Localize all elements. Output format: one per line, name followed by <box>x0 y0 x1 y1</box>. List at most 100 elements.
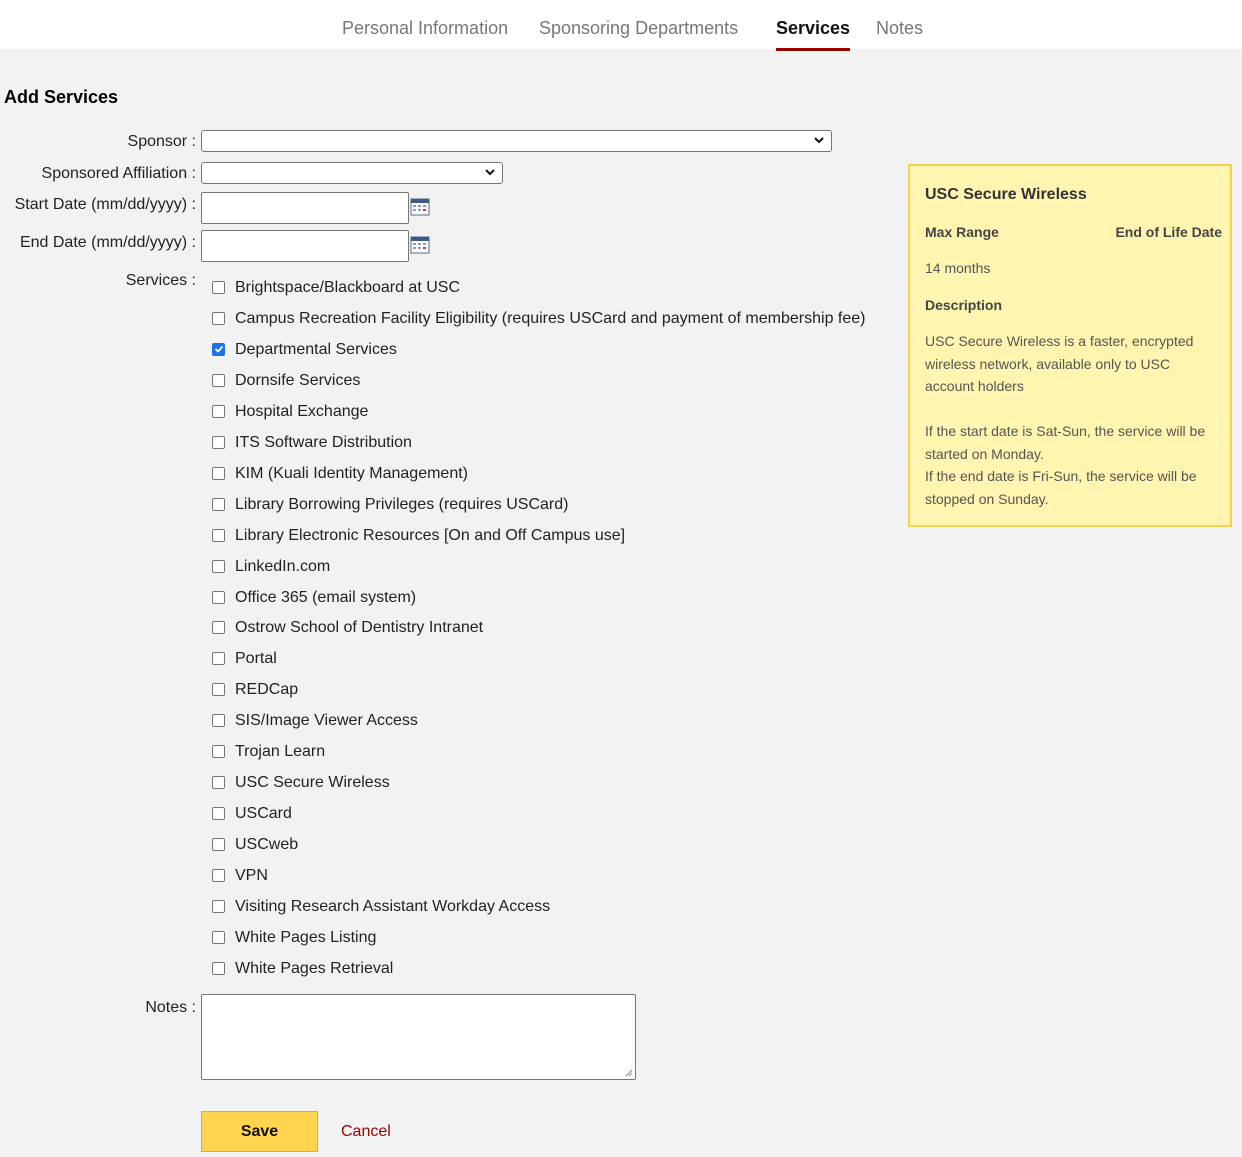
note-line: stopped on Sunday. <box>925 490 1049 507</box>
service-option-label: VPN <box>235 867 268 884</box>
service-checkbox[interactable] <box>212 651 225 665</box>
note-line: started on Monday. <box>925 445 1044 462</box>
service-checkbox[interactable] <box>212 311 225 325</box>
notes-label: Notes : <box>145 999 196 1016</box>
service-option[interactable]: Trojan Learn <box>212 741 325 763</box>
service-checkbox[interactable] <box>212 837 225 851</box>
service-checkbox[interactable] <box>212 559 225 573</box>
service-option[interactable]: Hospital Exchange <box>212 401 368 423</box>
service-option[interactable]: VPN <box>212 865 268 887</box>
service-option[interactable]: LinkedIn.com <box>212 556 330 578</box>
description-line: wireless network, available only to USC <box>925 355 1171 372</box>
chevron-down-icon <box>485 169 495 176</box>
service-option[interactable]: Library Borrowing Privileges (requires U… <box>212 494 568 516</box>
services-label: Services : <box>125 272 196 289</box>
service-option[interactable]: USCard <box>212 803 292 825</box>
service-option[interactable]: USCweb <box>212 834 298 856</box>
service-option[interactable]: Portal <box>212 648 277 670</box>
service-option-label: Library Electronic Resources [On and Off… <box>235 527 626 544</box>
service-option-label: SIS/Image Viewer Access <box>235 712 418 729</box>
service-checkbox[interactable] <box>212 435 225 449</box>
info-title: USC Secure Wireless <box>925 186 1087 203</box>
service-option-label: LinkedIn.com <box>235 558 331 575</box>
section-title: Add Services <box>4 87 119 107</box>
service-checkbox[interactable] <box>212 590 225 604</box>
sponsor-label: Sponsor : <box>127 133 196 150</box>
service-checkbox[interactable] <box>212 868 225 882</box>
service-option-label: Hospital Exchange <box>235 403 369 420</box>
service-option[interactable]: Office 365 (email system) <box>212 587 416 609</box>
service-checkbox[interactable] <box>212 620 225 634</box>
service-checkbox[interactable] <box>212 713 225 727</box>
service-option-label: White Pages Retrieval <box>235 960 394 977</box>
service-option-label: Library Borrowing Privileges (requires U… <box>235 496 569 513</box>
description-line: account holders <box>925 378 1024 394</box>
service-option[interactable]: SIS/Image Viewer Access <box>212 710 418 732</box>
service-option-label: Ostrow School of Dentistry Intranet <box>235 619 484 636</box>
service-checkbox[interactable] <box>212 342 225 356</box>
service-checkbox[interactable] <box>212 930 225 944</box>
service-option-label: KIM (Kuali Identity Management) <box>235 465 468 482</box>
start-date-input[interactable] <box>201 192 409 224</box>
calendar-icon[interactable] <box>410 198 430 216</box>
service-option[interactable]: ITS Software Distribution <box>212 432 412 454</box>
service-option[interactable]: Visiting Research Assistant Workday Acce… <box>212 896 550 918</box>
resize-handle-icon[interactable] <box>625 1069 633 1077</box>
service-option[interactable]: REDCap <box>212 679 298 701</box>
description-label: Description <box>925 297 1003 313</box>
service-option-label: Campus Recreation Facility Eligibility (… <box>235 310 866 327</box>
end-date-input[interactable] <box>201 230 409 262</box>
service-checkbox[interactable] <box>212 466 225 480</box>
service-option-label: Dornsife Services <box>235 372 361 389</box>
service-checkbox[interactable] <box>212 961 225 975</box>
end-date-label: End Date (mm/dd/yyyy) : <box>19 234 196 251</box>
service-option[interactable]: Brightspace/Blackboard at USC <box>212 277 460 299</box>
service-option[interactable]: KIM (Kuali Identity Management) <box>212 463 468 485</box>
note-line: If the start date is Sat-Sun, the servic… <box>925 423 1206 439</box>
sponsor-select[interactable] <box>201 130 832 152</box>
service-checkbox[interactable] <box>212 404 225 418</box>
service-checkbox[interactable] <box>212 497 225 511</box>
service-checkbox[interactable] <box>212 806 225 820</box>
cancel-link[interactable]: Cancel <box>341 1123 391 1141</box>
service-checkbox[interactable] <box>212 744 225 758</box>
service-option-label: USC Secure Wireless <box>235 774 390 791</box>
tab-sponsoring-departments[interactable]: Sponsoring Departments <box>539 18 738 39</box>
tab-notes[interactable]: Notes <box>876 18 923 39</box>
start-date-label: Start Date (mm/dd/yyyy) : <box>14 196 196 213</box>
service-checkbox[interactable] <box>212 280 225 294</box>
tab-personal-information[interactable]: Personal Information <box>342 18 508 39</box>
date-rules-note: If the start date is Sat-Sun, the servic… <box>925 420 1205 510</box>
service-option-label: Visiting Research Assistant Workday Acce… <box>235 898 551 915</box>
service-option-label: REDCap <box>235 681 299 698</box>
service-option[interactable]: USC Secure Wireless <box>212 772 390 794</box>
service-option[interactable]: White Pages Retrieval <box>212 958 393 980</box>
affiliation-label: Sponsored Affiliation : <box>41 165 196 182</box>
service-option[interactable]: Library Electronic Resources [On and Off… <box>212 525 625 547</box>
service-checkbox[interactable] <box>212 682 225 696</box>
service-option-label: USCweb <box>235 836 299 853</box>
max-range-label: Max Range <box>925 224 999 240</box>
service-option[interactable]: Ostrow School of Dentistry Intranet <box>212 617 483 639</box>
checkmark-icon <box>214 345 223 353</box>
service-option[interactable]: White Pages Listing <box>212 927 376 949</box>
service-checkbox[interactable] <box>212 775 225 789</box>
service-option-label: Portal <box>235 650 277 667</box>
end-of-life-label: End of Life Date <box>1115 224 1222 240</box>
service-option[interactable]: Departmental Services <box>212 339 397 361</box>
service-option[interactable]: Campus Recreation Facility Eligibility (… <box>212 308 865 330</box>
calendar-icon[interactable] <box>410 236 430 254</box>
save-button[interactable]: Save <box>201 1111 318 1152</box>
service-checkbox[interactable] <box>212 899 225 913</box>
affiliation-select[interactable] <box>201 162 503 184</box>
service-option-label: Office 365 (email system) <box>235 589 417 606</box>
notes-textarea[interactable] <box>201 994 636 1080</box>
service-option[interactable]: Dornsife Services <box>212 370 360 392</box>
service-checkbox[interactable] <box>212 528 225 542</box>
chevron-down-icon <box>814 137 824 144</box>
service-option-label: ITS Software Distribution <box>235 434 412 451</box>
service-checkbox[interactable] <box>212 373 225 387</box>
tab-services[interactable]: Services <box>776 18 851 51</box>
service-option-label: USCard <box>235 805 292 822</box>
service-option-label: White Pages Listing <box>235 929 377 946</box>
